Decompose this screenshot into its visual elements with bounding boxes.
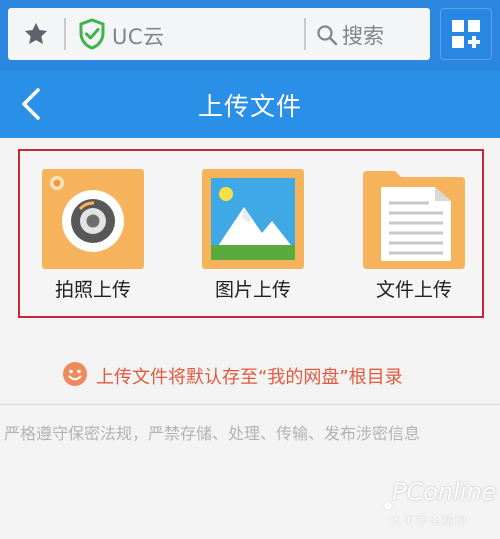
search-button-label[interactable]: 搜索 [342,20,384,50]
camera-icon [42,169,144,269]
search-icon[interactable] [316,24,338,46]
address-divider [64,18,66,50]
browser-toolbar: UC云 搜索 [0,0,500,70]
star-icon[interactable] [22,20,50,48]
menu-button[interactable] [440,8,492,60]
divider [0,404,500,405]
document-folder-icon [363,171,465,269]
address-bar[interactable]: UC云 搜索 [8,8,430,60]
watermark-brand: PConline [392,478,497,506]
shield-check-icon[interactable] [78,18,106,50]
smile-icon [63,362,87,386]
upload-options-panel: 拍照上传 图片上传 文件上传 [18,149,484,318]
camera-upload-label: 拍照上传 [54,279,131,301]
picture-upload-button[interactable]: 图片上传 [198,169,308,309]
file-upload-label: 文件上传 [375,279,452,301]
url-text[interactable]: UC云 [112,21,165,51]
camera-upload-button[interactable]: 拍照上传 [38,169,148,309]
watermark-logo: PConline 太平洋电脑网 [378,476,496,534]
page-title: 上传文件 [197,92,302,121]
page-header: 上传文件 [0,70,500,138]
watermark-subtitle: 太平洋电脑网 [390,514,468,527]
file-upload-button[interactable]: 文件上传 [359,169,469,309]
grid-plus-icon [452,20,480,48]
notice-text: 上传文件将默认存至“我的网盘”根目录 [96,367,403,388]
picture-upload-label: 图片上传 [214,279,291,301]
policy-text: 严格遵守保密法规，严禁存储、处理、传输、发布涉密信息 [4,424,421,443]
search-divider [304,18,306,50]
picture-icon [202,169,304,269]
watermark-dot [384,502,392,510]
